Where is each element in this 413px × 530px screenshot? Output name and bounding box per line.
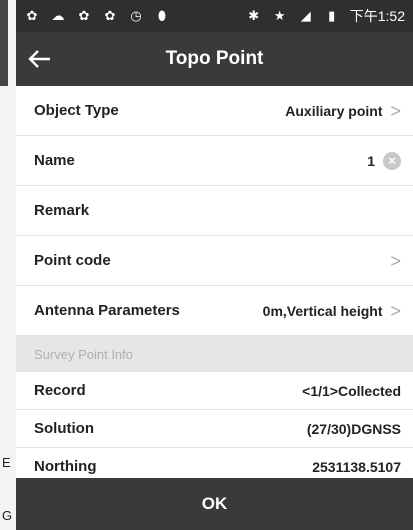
clock-icon: ◷ <box>130 8 142 23</box>
edge-text-2: G <box>2 508 13 523</box>
page-title: Topo Point <box>165 48 264 69</box>
antenna-value: 0m,Vertical height <box>262 302 383 319</box>
signal-icon: ◢ <box>300 8 311 23</box>
antenna-label: Antenna Parameters <box>34 302 180 319</box>
notification-icon-2: ✿ <box>78 8 90 23</box>
status-time: 下午1:52 <box>349 8 405 24</box>
northing-value: 2531138.5107 <box>312 458 401 475</box>
name-row[interactable]: Name 1 × <box>16 136 413 186</box>
object-type-label: Object Type <box>34 102 119 119</box>
wifi-icon: ☁ <box>51 8 65 23</box>
point-code-row[interactable]: Point code > <box>16 236 413 286</box>
bluetooth-icon: ✱ <box>248 8 260 23</box>
record-label: Record <box>34 382 86 399</box>
status-bar: ✿ ☁ ✿ ✿ ◷ ⬮ ✱ ★ ◢ ▮ 下午1:52 <box>16 0 413 32</box>
name-value-group: 1 × <box>367 151 401 170</box>
notification-icon-3: ✿ <box>104 8 116 23</box>
point-code-value-group: > <box>390 252 401 270</box>
antenna-row[interactable]: Antenna Parameters 0m,Vertical height > <box>16 286 413 336</box>
chevron-right-icon: > <box>390 100 401 121</box>
record-row: Record <1/1>Collected <box>16 372 413 410</box>
northing-label: Northing <box>34 458 97 475</box>
solution-label: Solution <box>34 420 94 437</box>
solution-value: (27/30)DGNSS <box>306 420 401 437</box>
solution-row: Solution (27/30)DGNSS <box>16 410 413 448</box>
notification-icon: ✿ <box>26 8 38 23</box>
section-header: Survey Point Info <box>16 336 413 372</box>
chevron-right-icon: > <box>390 300 401 321</box>
edge-text: E <box>2 455 11 470</box>
remark-row[interactable]: Remark <box>16 186 413 236</box>
left-dark-edge <box>0 0 8 86</box>
object-type-value: Auxiliary point <box>285 102 383 119</box>
clear-icon[interactable]: × <box>383 151 401 170</box>
title-bar: Topo Point <box>16 32 413 86</box>
ok-button[interactable]: OK <box>16 478 413 530</box>
name-value[interactable]: 1 <box>367 153 375 169</box>
point-code-label: Point code <box>34 252 111 269</box>
object-type-row[interactable]: Object Type Auxiliary point > <box>16 86 413 136</box>
remark-label: Remark <box>34 202 90 219</box>
battery-icon: ▮ <box>328 8 336 23</box>
star-icon: ★ <box>273 8 286 23</box>
name-label: Name <box>34 152 75 169</box>
back-arrow-icon[interactable] <box>26 45 54 73</box>
object-type-value-group: Auxiliary point > <box>285 102 401 120</box>
antenna-value-group: 0m,Vertical height > <box>263 302 401 320</box>
location-icon: ⬮ <box>157 8 167 23</box>
record-value: <1/1>Collected <box>302 382 401 399</box>
phone-screen: ✿ ☁ ✿ ✿ ◷ ⬮ ✱ ★ ◢ ▮ 下午1:52 Topo Point Ob… <box>16 0 413 530</box>
chevron-right-icon: > <box>390 250 401 271</box>
